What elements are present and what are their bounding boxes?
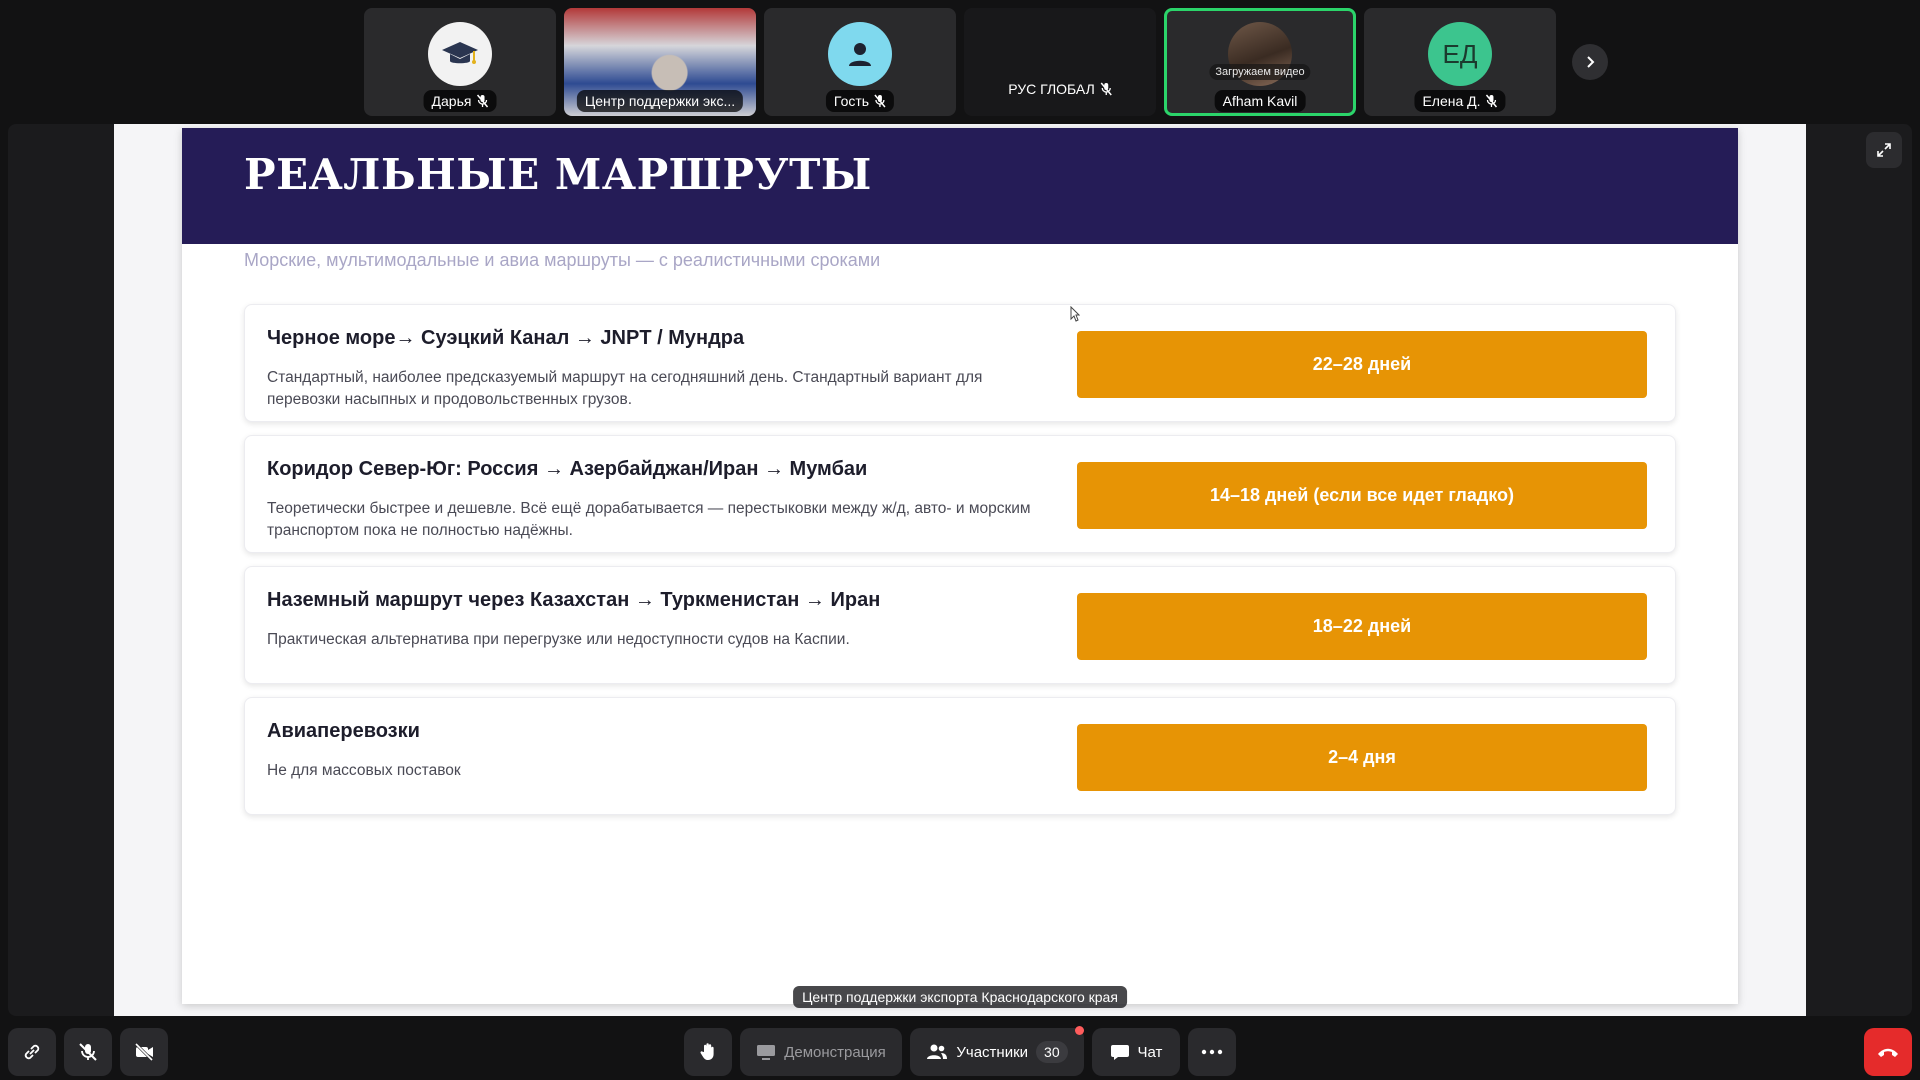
expand-icon (1877, 143, 1891, 157)
video-conference-app: Дарья Центр поддержки экс... Гость РУС Г… (0, 0, 1920, 1080)
screen-share-button[interactable]: Демонстрация (740, 1028, 902, 1076)
notification-dot (1075, 1026, 1084, 1035)
avatar-initials: ЕД (1442, 38, 1478, 69)
link-icon (24, 1044, 40, 1060)
mouse-cursor-icon (1070, 306, 1080, 322)
mic-off-icon (476, 94, 489, 108)
presentation-slide: РЕАЛЬНЫЕ МАРШРУТЫ Морские, мультимодальн… (182, 128, 1738, 1004)
route-description: Не для массовых поставок (267, 762, 461, 779)
monitor-icon (757, 1045, 776, 1060)
video-loading-label: Загружаем видео (1209, 64, 1311, 80)
route-description: Стандартный, наиболее предсказуемый марш… (267, 369, 983, 408)
avatar (428, 22, 492, 86)
slide-title: РЕАЛЬНЫЕ МАРШРУТЫ (244, 150, 872, 199)
chat-icon (1110, 1045, 1129, 1060)
route-card: Авиаперевозки Не для массовых поставок 2… (244, 697, 1676, 815)
camera-toggle-button[interactable] (120, 1028, 168, 1076)
participant-name: Afham Kavil (1222, 93, 1298, 109)
participant-name-tag: РУС ГЛОБАЛ (1000, 78, 1120, 100)
participant-tile[interactable]: Дарья (364, 8, 556, 116)
mic-off-icon (874, 94, 886, 108)
participant-tile[interactable]: Гость (764, 8, 956, 116)
microphone-toggle-button[interactable] (64, 1028, 112, 1076)
participant-strip: Дарья Центр поддержки экс... Гость РУС Г… (364, 8, 1608, 116)
participant-name: Центр поддержки экс... (584, 93, 736, 109)
chevron-right-icon (1587, 56, 1595, 68)
hang-up-icon (1878, 1048, 1898, 1057)
next-participants-button[interactable] (1572, 44, 1608, 80)
fullscreen-button[interactable] (1866, 132, 1902, 168)
chat-label: Чат (1137, 1043, 1163, 1061)
route-card: Черное море→ Суэцкий Канал → JNPT / Мунд… (244, 304, 1676, 422)
graduation-cap-icon (442, 42, 478, 64)
routes-list: Черное море→ Суэцкий Канал → JNPT / Мунд… (244, 304, 1676, 828)
participant-tile[interactable]: ЕД Елена Д. (1364, 8, 1556, 116)
more-dots-icon (1201, 1049, 1223, 1055)
raise-hand-button[interactable] (684, 1028, 732, 1076)
mic-off-icon (79, 1043, 97, 1061)
participants-button[interactable]: Участники 30 (910, 1026, 1084, 1076)
mic-off-icon (1485, 94, 1498, 108)
screen-share-stage: РЕАЛЬНЫЕ МАРШРУТЫ Морские, мультимодальн… (8, 124, 1912, 1016)
presenter-caption: Центр поддержки экспорта Краснодарского … (793, 986, 1127, 1008)
route-duration-badge: 18–22 дней (1077, 593, 1647, 660)
route-duration-badge: 2–4 дня (1077, 724, 1647, 791)
participant-tile[interactable]: РУС ГЛОБАЛ (964, 8, 1156, 116)
route-description: Теоретически быстрее и дешевле. Всё ещё … (267, 500, 1031, 539)
call-toolbar: Демонстрация Участники 30 Чат (0, 1016, 1920, 1080)
participants-label: Участники (956, 1043, 1029, 1061)
participant-name-tag: Елена Д. (1414, 90, 1506, 112)
participant-name: Елена Д. (1422, 93, 1481, 109)
people-icon (927, 1044, 948, 1059)
shared-screen: РЕАЛЬНЫЕ МАРШРУТЫ Морские, мультимодальн… (114, 124, 1806, 1016)
mic-off-icon (1100, 82, 1112, 96)
hand-icon (700, 1043, 714, 1060)
participant-name-tag: Центр поддержки экс... (576, 90, 744, 112)
route-duration-badge: 14–18 дней (если все идет гладко) (1077, 462, 1647, 529)
more-options-button[interactable] (1188, 1028, 1236, 1076)
avatar: ЕД (1428, 22, 1492, 86)
camera-off-icon (134, 1042, 154, 1062)
route-description: Практическая альтернатива при перегрузке… (267, 631, 850, 648)
route-title: Черное море→ Суэцкий Канал → JNPT / Мунд… (267, 327, 745, 349)
route-title: Авиаперевозки (267, 720, 420, 742)
route-duration-badge: 22–28 дней (1077, 331, 1647, 398)
route-title: Коридор Север-Юг: Россия → Азербайджан/И… (267, 458, 868, 480)
screen-share-label: Демонстрация (784, 1043, 886, 1061)
participant-name: Дарья (431, 93, 472, 109)
participant-tile-active[interactable]: Загружаем видео Afham Kavil (1164, 8, 1356, 116)
participant-name-tag: Гость (825, 90, 895, 112)
chat-button[interactable]: Чат (1092, 1028, 1180, 1076)
participant-tile[interactable]: Центр поддержки экс... (564, 8, 756, 116)
slide-header: РЕАЛЬНЫЕ МАРШРУТЫ (182, 128, 1738, 244)
participants-count: 30 (1036, 1041, 1068, 1063)
route-card: Коридор Север-Юг: Россия → Азербайджан/И… (244, 435, 1676, 553)
slide-subtitle: Морские, мультимодальные и авиа маршруты… (244, 250, 881, 270)
participant-name: РУС ГЛОБАЛ (1008, 81, 1095, 97)
copy-link-button[interactable] (8, 1028, 56, 1076)
participant-name: Гость (833, 93, 870, 109)
participant-name-tag: Afham Kavil (1214, 90, 1306, 112)
route-card: Наземный маршрут через Казахстан → Туркм… (244, 566, 1676, 684)
person-icon (849, 43, 871, 66)
leave-call-button[interactable] (1864, 1028, 1912, 1076)
participant-name-tag: Дарья (423, 90, 497, 112)
avatar (828, 22, 892, 86)
route-title: Наземный маршрут через Казахстан → Туркм… (267, 589, 881, 611)
